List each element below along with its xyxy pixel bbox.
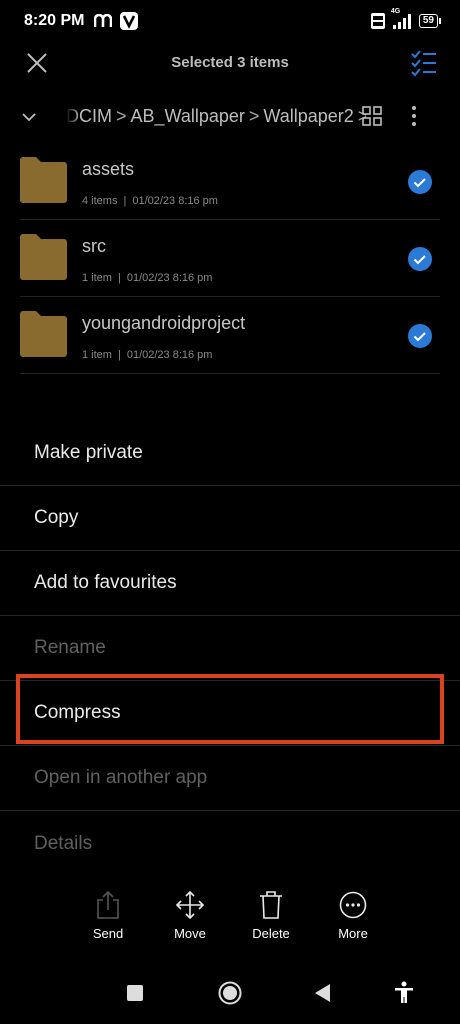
folder-icon (20, 311, 67, 357)
menu-item-details: Details (34, 832, 93, 854)
file-meta: 4 items | 01/02/23 8:16 pm (82, 195, 218, 207)
file-list: assets 4 items | 01/02/23 8:16 pm src 1 it… (0, 143, 460, 374)
menu-item-open-in-another-app: Open in another app (0, 746, 460, 811)
chevron-down-icon[interactable] (22, 106, 44, 127)
more-vertical-icon[interactable] (404, 104, 424, 128)
app-v-icon (120, 12, 139, 30)
breadcrumb-path: DCIM > AB_Wallpaper > Wallpaper2 > (66, 106, 366, 127)
file-meta: 1 item | 01/02/23 8:16 pm (82, 349, 213, 361)
menu-item-add-to-favourites[interactable]: Add to favourites (0, 551, 460, 616)
delete-label: Delete (252, 926, 290, 941)
list-item[interactable]: assets 4 items | 01/02/23 8:16 pm (20, 143, 440, 220)
action-menu: Make private Copy Add to favourites Rena… (0, 421, 460, 876)
breadcrumb-item-ab-wallpaper[interactable]: AB_Wallpaper (131, 106, 245, 127)
bottom-action-bar: Send Move Delete More (0, 890, 460, 950)
checkbox-checked-icon[interactable] (408, 170, 432, 194)
menu-item-make-private[interactable]: Make private (0, 421, 460, 486)
file-count: 1 item (82, 272, 112, 284)
send-button[interactable]: Send (73, 890, 143, 941)
folder-icon (20, 157, 67, 203)
select-all-icon[interactable] (410, 49, 438, 77)
breadcrumb-separator: > (248, 105, 260, 126)
status-bar: 8:20 PM 4G 59 (0, 0, 460, 42)
file-meta: 1 item | 01/02/23 8:16 pm (82, 272, 213, 284)
file-name: youngandroidproject (82, 313, 246, 333)
compress-highlight-box (16, 674, 444, 744)
file-name: assets (82, 159, 135, 179)
recent-apps-icon[interactable] (127, 985, 143, 1006)
file-count: 4 items (82, 195, 118, 207)
status-time: 8:20 PM (24, 12, 85, 29)
breadcrumb-separator: > (116, 105, 127, 126)
menu-item-copy[interactable]: Copy (0, 486, 460, 551)
folder-icon (20, 234, 67, 280)
delete-button[interactable]: Delete (236, 890, 306, 941)
selection-toolbar: Selected 3 items (0, 42, 460, 82)
file-name: src (82, 236, 106, 256)
breadcrumb-item-dcim[interactable]: DCIM (66, 106, 112, 127)
page-title: Selected 3 items (171, 53, 289, 71)
home-icon[interactable] (218, 981, 242, 1010)
file-date: 01/02/23 8:16 pm (126, 272, 213, 284)
menu-item-rename: Rename (0, 616, 460, 681)
checkbox-checked-icon[interactable] (408, 247, 432, 271)
battery-icon: 59 (418, 14, 442, 28)
breadcrumb-item-wallpaper2[interactable]: Wallpaper2 (263, 106, 353, 127)
list-item[interactable]: src 1 item | 01/02/23 8:16 pm (20, 220, 440, 297)
trash-icon (260, 891, 282, 919)
back-icon[interactable] (315, 984, 331, 1007)
breadcrumb: DCIM > AB_Wallpaper > Wallpaper2 > (0, 96, 460, 136)
file-date: 01/02/23 8:16 pm (132, 195, 218, 207)
move-icon (175, 890, 205, 920)
send-label: Send (92, 926, 124, 941)
system-navigation-bar (0, 975, 460, 1011)
more-horizontal-icon (339, 891, 367, 919)
file-count: 1 item (82, 349, 112, 361)
app-m-icon (94, 14, 113, 28)
move-button[interactable]: Move (155, 890, 225, 941)
accessibility-icon[interactable] (394, 981, 414, 1008)
list-item[interactable]: youngandroidproject 1 item | 01/02/23 8:16… (20, 297, 440, 374)
more-label: More (338, 926, 368, 941)
more-button[interactable]: More (318, 890, 388, 941)
checkbox-checked-icon[interactable] (408, 324, 432, 348)
file-date: 01/02/23 8:16 pm (126, 349, 213, 361)
signal-icon: 4G (391, 8, 413, 29)
move-label: Move (174, 926, 206, 941)
network-type: 4G (390, 8, 401, 15)
close-icon[interactable] (24, 50, 50, 76)
volte-icon (370, 13, 385, 29)
grid-view-icon[interactable] (362, 106, 382, 126)
share-icon (97, 890, 119, 919)
